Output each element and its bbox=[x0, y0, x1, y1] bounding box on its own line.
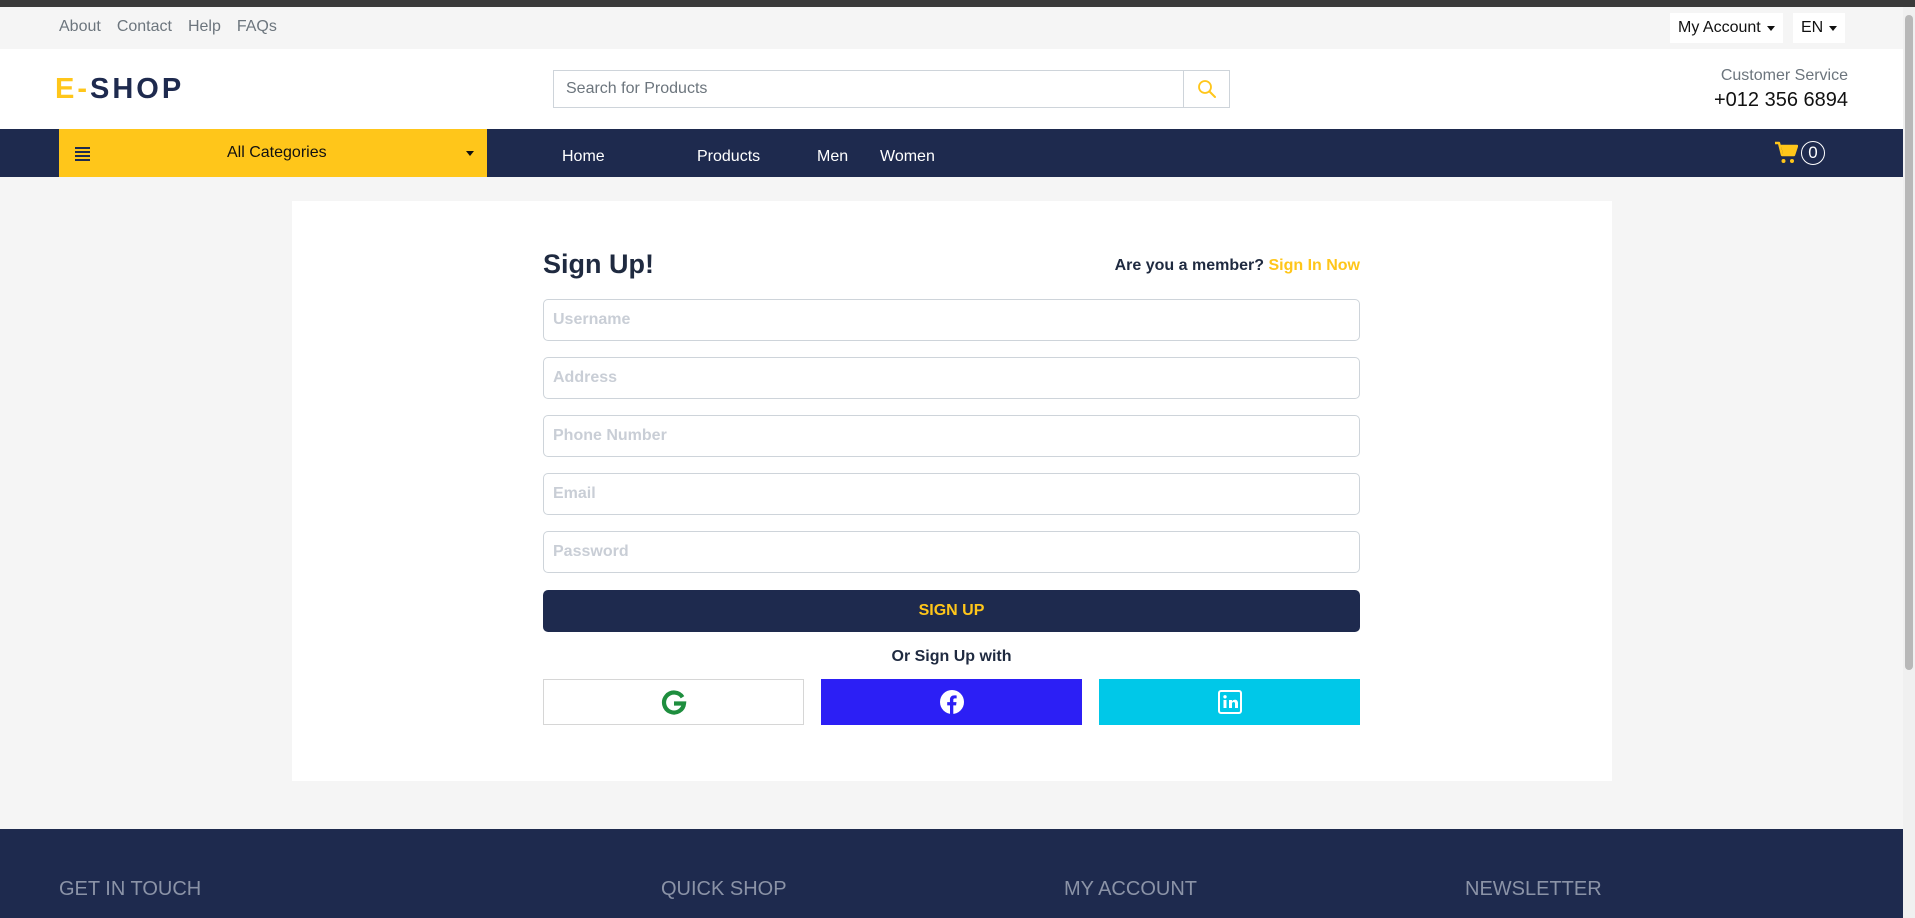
footer-heading-my-account: MY ACCOUNT bbox=[1064, 878, 1197, 900]
categories-label: All Categories bbox=[227, 144, 327, 161]
customer-service: Customer Service +012 356 6894 bbox=[1714, 67, 1848, 112]
search-icon bbox=[1197, 80, 1216, 98]
nav-men[interactable]: Men bbox=[817, 148, 848, 166]
my-account-label: My Account bbox=[1678, 19, 1761, 36]
nav-home[interactable]: Home bbox=[562, 148, 605, 166]
language-label: EN bbox=[1801, 19, 1824, 36]
logo-prefix: E- bbox=[55, 73, 90, 105]
footer-heading-newsletter: NEWSLETTER bbox=[1465, 878, 1602, 900]
contact-link[interactable]: Contact bbox=[117, 18, 172, 36]
signup-title: Sign Up! bbox=[543, 249, 654, 279]
top-bar: About Contact Help FAQs My Account EN bbox=[0, 7, 1903, 49]
navbar: All Categories Home Products Men Women 0 bbox=[0, 129, 1903, 177]
signup-button[interactable]: SIGN UP bbox=[543, 590, 1360, 632]
footer-heading-get-in-touch: GET IN TOUCH bbox=[59, 878, 202, 900]
language-dropdown[interactable]: EN bbox=[1793, 13, 1846, 43]
email-field[interactable]: Email bbox=[543, 473, 1360, 515]
chevron-down-icon bbox=[1766, 25, 1775, 31]
logo-main: SHOP bbox=[90, 73, 185, 105]
about-link[interactable]: About bbox=[59, 18, 101, 36]
customer-service-label: Customer Service bbox=[1720, 67, 1848, 84]
facebook-signup-button[interactable] bbox=[821, 679, 1082, 725]
cart-button[interactable]: 0 bbox=[1774, 141, 1825, 165]
phone-field[interactable]: Phone Number bbox=[543, 415, 1360, 457]
nav-products[interactable]: Products bbox=[697, 148, 760, 166]
social-prompt: Or Sign Up with bbox=[891, 648, 1012, 665]
signup-card: Sign Up! Are you a member? Sign In Now U… bbox=[292, 201, 1612, 781]
member-prompt: Are you a member? Sign In Now bbox=[1115, 257, 1360, 275]
logo[interactable]: E-SHOP bbox=[55, 73, 184, 106]
cart-count-badge: 0 bbox=[1801, 141, 1825, 165]
footer-heading-quick-shop: QUICK SHOP bbox=[661, 878, 787, 900]
address-field[interactable]: Address bbox=[543, 357, 1360, 399]
my-account-dropdown[interactable]: My Account bbox=[1670, 13, 1783, 43]
facebook-icon bbox=[939, 690, 964, 714]
footer: GET IN TOUCH QUICK SHOP MY ACCOUNT NEWSL… bbox=[0, 829, 1903, 918]
google-icon bbox=[661, 690, 686, 715]
search-bar: Search for Products bbox=[553, 70, 1230, 108]
google-signup-button[interactable] bbox=[543, 679, 804, 725]
chevron-down-icon bbox=[1829, 25, 1838, 31]
sign-in-link[interactable]: Sign In Now bbox=[1268, 257, 1360, 274]
nav-women[interactable]: Women bbox=[880, 148, 935, 166]
linkedin-icon bbox=[1217, 690, 1242, 714]
menu-icon bbox=[75, 147, 90, 161]
member-prompt-text: Are you a member? bbox=[1114, 257, 1264, 274]
help-link[interactable]: Help bbox=[188, 18, 221, 36]
scrollbar[interactable] bbox=[1903, 7, 1915, 918]
username-field[interactable]: Username bbox=[543, 299, 1360, 341]
faqs-link[interactable]: FAQs bbox=[237, 18, 277, 36]
header: E-SHOP Search for Products Customer Serv… bbox=[0, 49, 1903, 129]
search-button[interactable] bbox=[1183, 71, 1229, 107]
scrollbar-thumb[interactable] bbox=[1905, 15, 1913, 670]
search-input[interactable]: Search for Products bbox=[554, 71, 1183, 107]
password-field[interactable]: Password bbox=[543, 531, 1360, 573]
linkedin-signup-button[interactable] bbox=[1099, 679, 1360, 725]
cart-icon bbox=[1775, 141, 1798, 163]
categories-dropdown[interactable]: All Categories bbox=[59, 129, 487, 177]
top-links: About Contact Help FAQs bbox=[59, 18, 277, 36]
customer-service-phone: +012 356 6894 bbox=[1713, 89, 1848, 111]
browser-top-strip bbox=[0, 0, 1915, 7]
chevron-down-icon bbox=[466, 151, 474, 156]
